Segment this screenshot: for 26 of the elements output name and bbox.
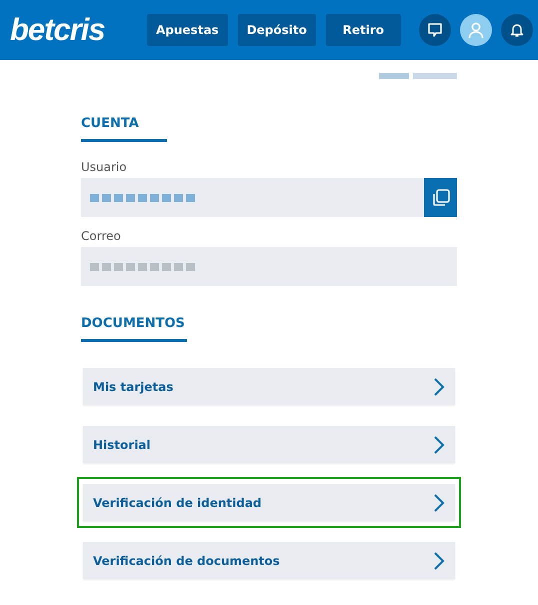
field-label: Usuario <box>81 160 128 174</box>
logo[interactable]: betcris <box>10 12 147 48</box>
input-field[interactable] <box>81 247 457 286</box>
section-title: CUENTA <box>81 116 167 142</box>
menu-item[interactable]: Mis tarjetas <box>83 368 455 405</box>
input-field[interactable] <box>81 178 424 217</box>
chevron-right-icon <box>433 550 445 570</box>
copy-button[interactable] <box>424 178 457 217</box>
copy-icon <box>430 188 450 208</box>
user-icon <box>467 21 485 39</box>
chevron-right-icon <box>433 434 445 454</box>
nav-button[interactable]: Apuestas <box>147 14 228 46</box>
menu-item[interactable]: Verificación de documentos <box>83 542 455 579</box>
nav-button[interactable]: Depósito <box>238 14 316 46</box>
user-button[interactable] <box>460 14 492 46</box>
field-label: Correo <box>81 229 122 243</box>
section-title: DOCUMENTOS <box>81 316 187 342</box>
bell-icon <box>509 22 525 38</box>
chevron-right-icon <box>433 492 445 512</box>
chevron-right-icon <box>433 376 445 396</box>
notification-button[interactable] <box>501 14 533 46</box>
menu-item[interactable]: Historial <box>83 426 455 463</box>
chat-icon <box>427 22 443 38</box>
nav-button[interactable]: Retiro <box>326 14 401 46</box>
menu-item[interactable]: Verificación de identidad <box>83 484 455 521</box>
chat-button[interactable] <box>419 14 451 46</box>
